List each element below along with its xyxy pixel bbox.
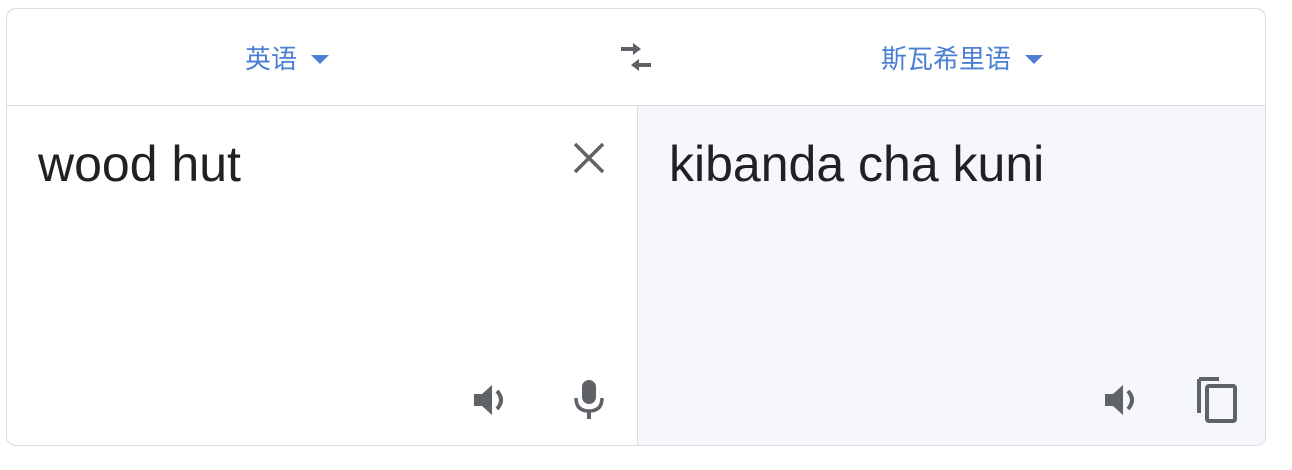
swap-languages-button[interactable]: [613, 37, 659, 77]
source-pane[interactable]: wood hut: [7, 106, 638, 445]
source-language-select[interactable]: 英语: [245, 9, 330, 106]
translate-card: 英语 斯瓦希里语 wood hut kibanda cha kuni: [6, 8, 1266, 446]
swap-horiz-icon: [621, 43, 651, 71]
chevron-down-icon: [311, 55, 330, 64]
target-language-label: 斯瓦希里语: [881, 44, 1012, 74]
target-pane: kibanda cha kuni: [638, 106, 1265, 445]
volume-icon: [1105, 385, 1134, 415]
clear-source-button[interactable]: [565, 134, 613, 182]
translation-text: kibanda cha kuni: [669, 136, 1045, 192]
microphone-button[interactable]: [565, 376, 613, 424]
microphone-icon: [574, 380, 604, 419]
target-language-select[interactable]: 斯瓦希里语: [881, 9, 1044, 106]
chevron-down-icon: [1025, 55, 1044, 64]
language-bar: 英语 斯瓦希里语: [7, 9, 1265, 106]
source-language-label: 英语: [245, 44, 298, 74]
translation-listen-button[interactable]: [1098, 376, 1146, 424]
source-listen-button[interactable]: [467, 376, 515, 424]
volume-icon: [474, 385, 503, 415]
copy-icon: [1197, 377, 1237, 423]
close-icon: [573, 142, 605, 174]
source-text[interactable]: wood hut: [38, 134, 241, 194]
copy-translation-button[interactable]: [1194, 376, 1242, 424]
